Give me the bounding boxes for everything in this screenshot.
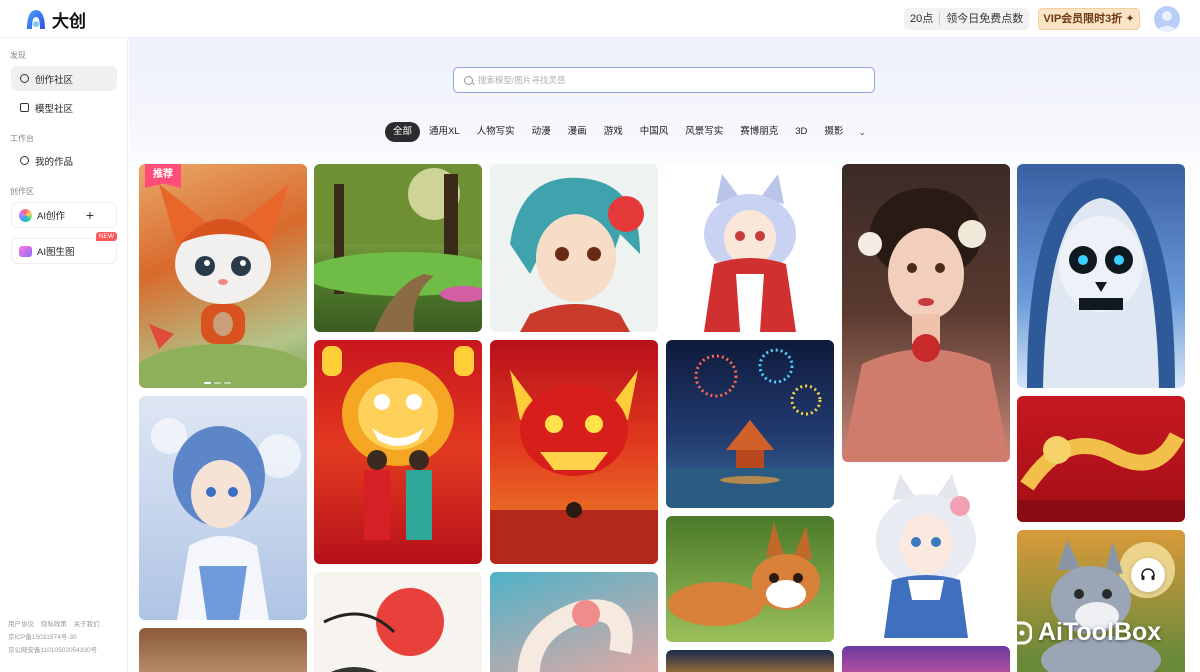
vip-label: VIP会员限时3折 xyxy=(1043,13,1123,25)
user-avatar-icon xyxy=(1157,11,1177,32)
tab-3d[interactable]: 3D xyxy=(787,122,815,142)
section-title-workspace: 工作台 xyxy=(10,134,34,143)
gallery-item-cartoon-rabbit[interactable]: 推荐 xyxy=(139,164,307,388)
search-icon xyxy=(464,75,473,85)
tab-game[interactable]: 游戏 xyxy=(596,122,631,142)
chevron-down-icon[interactable]: ⌄ xyxy=(852,127,872,138)
blue-hair-girl-artwork xyxy=(151,418,301,620)
sidebar-item-community[interactable]: 创作社区 xyxy=(11,66,117,91)
plus-icon[interactable]: + xyxy=(86,207,94,223)
gallery-item-husky[interactable] xyxy=(1017,530,1185,672)
compass-icon xyxy=(20,74,29,83)
tab-general-xl[interactable]: 通用XL xyxy=(421,122,468,142)
link-about[interactable]: 关于我们 xyxy=(74,621,100,628)
gallery-item-fireworks-pagoda[interactable] xyxy=(666,340,834,508)
fox-dog-artwork xyxy=(668,522,820,626)
gallery-item-ink-painting[interactable] xyxy=(314,572,482,672)
tab-cyberpunk[interactable]: 赛博朋克 xyxy=(732,122,786,142)
avatar[interactable] xyxy=(1154,6,1180,32)
gallery-item-white-hair-girl[interactable] xyxy=(842,470,1010,638)
sidebar-item-my-works[interactable]: 我的作品 xyxy=(11,148,117,173)
section-title-discover: 发现 xyxy=(10,51,26,60)
points-count: 20点 xyxy=(910,13,934,25)
flower-woman-artwork xyxy=(842,188,1010,462)
section-title-create: 创作区 xyxy=(10,187,34,196)
sidebar-item-models[interactable]: 模型社区 xyxy=(11,95,117,120)
logo-icon xyxy=(27,9,45,29)
gallery-item-portrait-1[interactable] xyxy=(139,628,307,672)
search-input[interactable] xyxy=(478,75,858,85)
gallery-item-white-dragon[interactable] xyxy=(490,572,658,672)
app-logo[interactable]: 大创 xyxy=(26,7,86,32)
ink-painting-artwork xyxy=(323,588,444,672)
gallery-item-golden-dragon[interactable] xyxy=(1017,396,1185,522)
white-hair-girl-artwork xyxy=(876,474,976,638)
rabbit-artwork xyxy=(139,184,307,388)
main-content: 全部 通用XL 人物写实 动漫 漫画 游戏 中国风 风景写实 赛博朋克 3D 摄… xyxy=(129,38,1200,672)
forest-artwork xyxy=(314,164,482,332)
ai-img2img-label: AI图生图 xyxy=(37,247,75,258)
gallery-item-forest-path[interactable] xyxy=(314,164,482,332)
watermark-text: AiToolBox xyxy=(1038,618,1162,646)
white-dragon-artwork xyxy=(517,599,633,672)
category-tabs: 全部 通用XL 人物写实 动漫 漫画 游戏 中国风 风景写实 赛博朋克 3D 摄… xyxy=(385,122,872,142)
gallery-item-blue-hair-girl[interactable] xyxy=(139,396,307,620)
fireworks-artwork xyxy=(666,348,834,508)
gallery-item-red-dragon[interactable] xyxy=(490,340,658,564)
gallery-item-anime-boy[interactable] xyxy=(490,164,658,332)
top-header: 大创 20点 领今日免费点数 VIP会员限时3折 ✦ xyxy=(0,0,1200,38)
sidebar: 发现 创作社区 模型社区 工作台 我的作品 创作区 AI创作 + AI图生图 N… xyxy=(0,38,128,672)
free-points-button[interactable]: 领今日免费点数 xyxy=(940,8,1029,30)
gallery-item-dragon-2[interactable] xyxy=(666,650,834,672)
tab-photography[interactable]: 摄影 xyxy=(816,122,851,142)
link-user-agreement[interactable]: 用户协议 xyxy=(8,621,34,628)
icp-number[interactable]: 京ICP备15031574号-30 xyxy=(8,631,105,644)
watermark-logo-icon xyxy=(1004,621,1032,644)
sidebar-item-label: 我的作品 xyxy=(35,156,74,168)
headset-icon xyxy=(1141,568,1155,580)
tab-landscape[interactable]: 风景写实 xyxy=(677,122,731,142)
ai-img2img-button[interactable]: AI图生图 NEW xyxy=(11,232,117,264)
tab-portrait[interactable]: 人物写实 xyxy=(469,122,523,142)
tab-all[interactable]: 全部 xyxy=(385,122,421,142)
layers-icon xyxy=(20,103,29,112)
red-dragon-artwork xyxy=(490,370,658,564)
customer-support-button[interactable] xyxy=(1131,558,1165,592)
gallery-item-fox-dog[interactable] xyxy=(666,516,834,642)
search-bar[interactable] xyxy=(453,67,875,93)
gallery-item-city[interactable] xyxy=(842,646,1010,672)
gallery-item-flower-woman[interactable] xyxy=(842,164,1010,462)
anime-boy-artwork xyxy=(510,177,644,332)
tab-chinese-style[interactable]: 中国风 xyxy=(632,122,677,142)
sidebar-footer: 用户协议 隐私政策 关于我们 京ICP备15031574号-30 京公网安备11… xyxy=(8,618,105,657)
tab-anime[interactable]: 动漫 xyxy=(524,122,559,142)
gallery-item-sugar-skull[interactable] xyxy=(1017,164,1185,388)
sparkle-icon: ✦ xyxy=(1125,13,1135,25)
smile-icon xyxy=(20,156,29,165)
points-panel: 20点 领今日免费点数 xyxy=(904,8,1030,30)
ai-create-icon xyxy=(19,208,32,222)
sidebar-item-label: 创作社区 xyxy=(35,74,74,86)
vip-button[interactable]: VIP会员限时3折 ✦ xyxy=(1038,8,1140,30)
new-badge: NEW xyxy=(95,232,117,241)
carousel-dots[interactable] xyxy=(204,382,231,384)
police-number[interactable]: 京公网安备11010502054330号 xyxy=(8,644,105,657)
cat-girl-artwork xyxy=(704,174,796,332)
sugar-skull-artwork xyxy=(1027,178,1175,388)
gallery-item-lion-dance[interactable] xyxy=(314,340,482,564)
husky-artwork xyxy=(1041,540,1175,672)
watermark: AiToolBox xyxy=(1004,618,1161,647)
golden-dragon-artwork xyxy=(1017,432,1185,522)
tab-comic[interactable]: 漫画 xyxy=(560,122,595,142)
ai-create-button[interactable]: AI创作 + xyxy=(11,202,117,228)
logo-text: 大创 xyxy=(52,12,86,31)
ai-create-label: AI创作 xyxy=(37,211,65,222)
lion-dance-artwork xyxy=(322,346,474,540)
sidebar-item-label: 模型社区 xyxy=(35,103,74,115)
image-icon xyxy=(19,245,32,257)
link-privacy[interactable]: 隐私政策 xyxy=(41,621,67,628)
gallery-item-cat-girl[interactable] xyxy=(666,164,834,332)
